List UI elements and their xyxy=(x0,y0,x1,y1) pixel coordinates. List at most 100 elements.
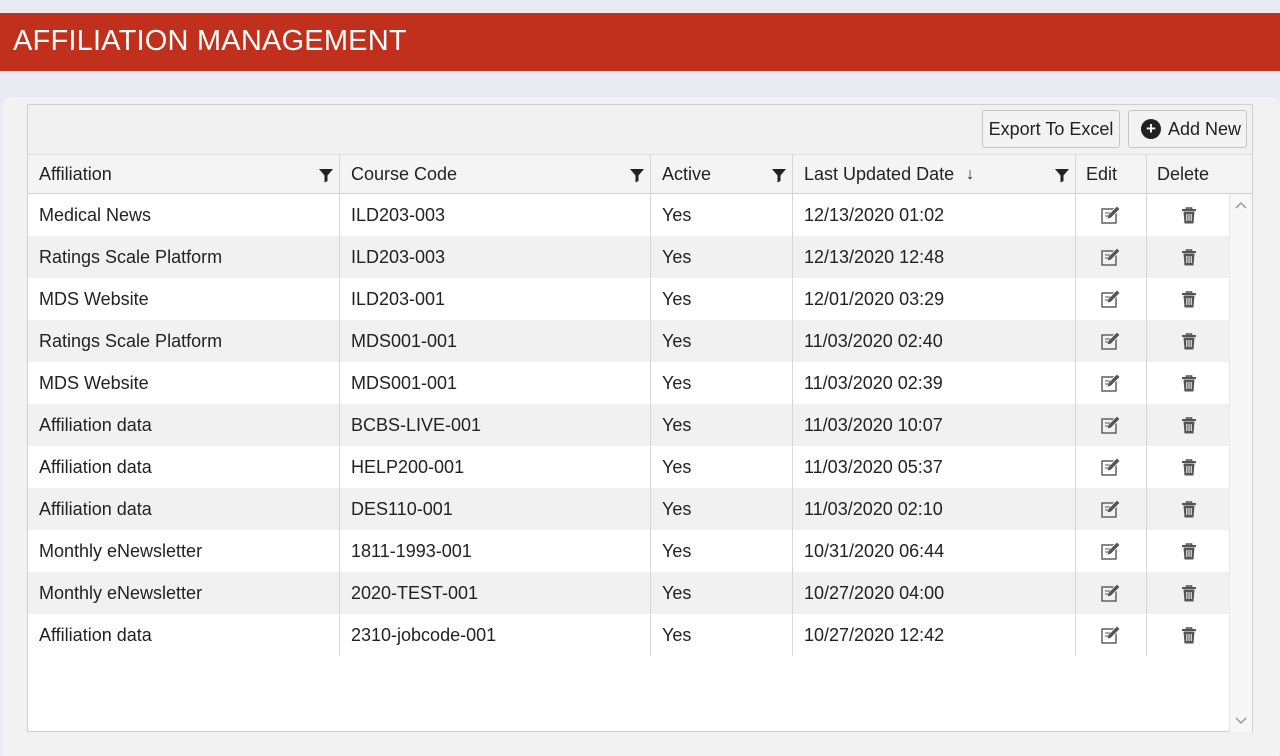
cell-last-updated: 10/27/2020 12:42 xyxy=(793,614,1076,656)
table-row[interactable]: Monthly eNewsletter 1811-1993-001 Yes 10/31… xyxy=(28,530,1231,572)
cell-active: Yes xyxy=(651,488,793,530)
delete-button[interactable] xyxy=(1147,320,1231,362)
cell-affiliation: Affiliation data xyxy=(28,446,340,488)
delete-button[interactable] xyxy=(1147,530,1231,572)
filter-icon[interactable] xyxy=(629,167,645,183)
delete-button[interactable] xyxy=(1147,488,1231,530)
scroll-down-arrow-icon[interactable] xyxy=(1235,716,1247,726)
table-row[interactable]: Affiliation data HELP200-001 Yes 11/03/2020… xyxy=(28,446,1231,488)
scrollbar-header-corner xyxy=(1229,155,1252,194)
cell-affiliation: Affiliation data xyxy=(28,404,340,446)
edit-button[interactable] xyxy=(1076,320,1147,362)
cell-active: Yes xyxy=(651,572,793,614)
cell-active: Yes xyxy=(651,614,793,656)
table-row[interactable]: Affiliation data 2310-jobcode-001 Yes 10/27… xyxy=(28,614,1231,656)
delete-button[interactable] xyxy=(1147,614,1231,656)
column-header-course-code[interactable]: Course Code xyxy=(340,155,651,194)
edit-pencil-icon xyxy=(1101,415,1121,434)
table-row[interactable]: MDS Website ILD203-001 Yes 12/01/2020 03:29 xyxy=(28,278,1231,320)
table-row[interactable]: Affiliation data DES110-001 Yes 11/03/2020 … xyxy=(28,488,1231,530)
edit-pencil-icon xyxy=(1101,289,1121,308)
trash-icon xyxy=(1181,543,1196,560)
cell-active: Yes xyxy=(651,530,793,572)
cell-active: Yes xyxy=(651,446,793,488)
add-new-button[interactable]: + Add New xyxy=(1128,110,1247,148)
table-row[interactable]: Ratings Scale Platform ILD203-003 Yes 12/13… xyxy=(28,236,1231,278)
edit-pencil-icon xyxy=(1101,247,1121,266)
trash-icon xyxy=(1181,333,1196,350)
cell-course-code: HELP200-001 xyxy=(340,446,651,488)
cell-active: Yes xyxy=(651,404,793,446)
delete-button[interactable] xyxy=(1147,572,1231,614)
cell-course-code: 1811-1993-001 xyxy=(340,530,651,572)
trash-icon xyxy=(1181,207,1196,224)
cell-active: Yes xyxy=(651,194,793,236)
filter-icon[interactable] xyxy=(318,167,334,183)
edit-button[interactable] xyxy=(1076,488,1147,530)
column-header-label: Course Code xyxy=(351,164,458,184)
trash-icon xyxy=(1181,585,1196,602)
edit-pencil-icon xyxy=(1101,625,1121,644)
filter-icon[interactable] xyxy=(771,167,787,183)
cell-active: Yes xyxy=(651,278,793,320)
cell-affiliation: MDS Website xyxy=(28,278,340,320)
delete-button[interactable] xyxy=(1147,404,1231,446)
cell-course-code: ILD203-001 xyxy=(340,278,651,320)
cell-course-code: 2310-jobcode-001 xyxy=(340,614,651,656)
table-row[interactable]: Monthly eNewsletter 2020-TEST-001 Yes 10/27… xyxy=(28,572,1231,614)
edit-button[interactable] xyxy=(1076,236,1147,278)
cell-affiliation: MDS Website xyxy=(28,362,340,404)
filter-icon[interactable] xyxy=(1054,167,1070,183)
edit-button[interactable] xyxy=(1076,194,1147,236)
table-row[interactable]: Affiliation data BCBS-LIVE-001 Yes 11/03/20… xyxy=(28,404,1231,446)
trash-icon xyxy=(1181,375,1196,392)
scroll-up-arrow-icon[interactable] xyxy=(1235,200,1247,210)
table-row[interactable]: Medical News ILD203-003 Yes 12/13/2020 01:0… xyxy=(28,194,1231,236)
column-header-last-updated-date[interactable]: Last Updated Date ↓ xyxy=(793,155,1076,194)
edit-button[interactable] xyxy=(1076,278,1147,320)
edit-button[interactable] xyxy=(1076,446,1147,488)
cell-course-code: DES110-001 xyxy=(340,488,651,530)
cell-active: Yes xyxy=(651,362,793,404)
cell-last-updated: 12/13/2020 01:02 xyxy=(793,194,1076,236)
table-row[interactable]: MDS Website MDS001-001 Yes 11/03/2020 02:39 xyxy=(28,362,1231,404)
delete-button[interactable] xyxy=(1147,236,1231,278)
column-header-affiliation[interactable]: Affiliation xyxy=(28,155,340,194)
trash-icon xyxy=(1181,459,1196,476)
affiliation-grid: Export To Excel + Add New Affiliation Co… xyxy=(27,104,1253,732)
cell-last-updated: 12/13/2020 12:48 xyxy=(793,236,1076,278)
column-header-delete: Delete xyxy=(1147,155,1231,194)
cell-affiliation: Ratings Scale Platform xyxy=(28,320,340,362)
trash-icon xyxy=(1181,501,1196,518)
cell-course-code: BCBS-LIVE-001 xyxy=(340,404,651,446)
delete-button[interactable] xyxy=(1147,278,1231,320)
trash-icon xyxy=(1181,249,1196,266)
table-row[interactable]: Ratings Scale Platform MDS001-001 Yes 11/03… xyxy=(28,320,1231,362)
export-to-excel-button[interactable]: Export To Excel xyxy=(982,110,1120,148)
column-header-active[interactable]: Active xyxy=(651,155,793,194)
edit-button[interactable] xyxy=(1076,404,1147,446)
cell-affiliation: Affiliation data xyxy=(28,614,340,656)
delete-button[interactable] xyxy=(1147,194,1231,236)
edit-pencil-icon xyxy=(1101,499,1121,518)
grid-toolbar: Export To Excel + Add New xyxy=(28,105,1252,155)
column-header-label: Affiliation xyxy=(39,164,112,184)
trash-icon xyxy=(1181,291,1196,308)
column-header-label: Last Updated Date xyxy=(804,164,955,184)
vertical-scrollbar[interactable] xyxy=(1229,194,1252,732)
cell-last-updated: 11/03/2020 02:10 xyxy=(793,488,1076,530)
cell-course-code: ILD203-003 xyxy=(340,194,651,236)
edit-button[interactable] xyxy=(1076,572,1147,614)
edit-pencil-icon xyxy=(1101,541,1121,560)
page-title: AFFILIATION MANAGEMENT xyxy=(13,25,407,57)
edit-button[interactable] xyxy=(1076,362,1147,404)
cell-last-updated: 11/03/2020 10:07 xyxy=(793,404,1076,446)
cell-affiliation: Monthly eNewsletter xyxy=(28,572,340,614)
cell-last-updated: 11/03/2020 05:37 xyxy=(793,446,1076,488)
cell-last-updated: 11/03/2020 02:40 xyxy=(793,320,1076,362)
delete-button[interactable] xyxy=(1147,362,1231,404)
export-button-label: Export To Excel xyxy=(988,118,1114,139)
delete-button[interactable] xyxy=(1147,446,1231,488)
edit-button[interactable] xyxy=(1076,614,1147,656)
edit-button[interactable] xyxy=(1076,530,1147,572)
